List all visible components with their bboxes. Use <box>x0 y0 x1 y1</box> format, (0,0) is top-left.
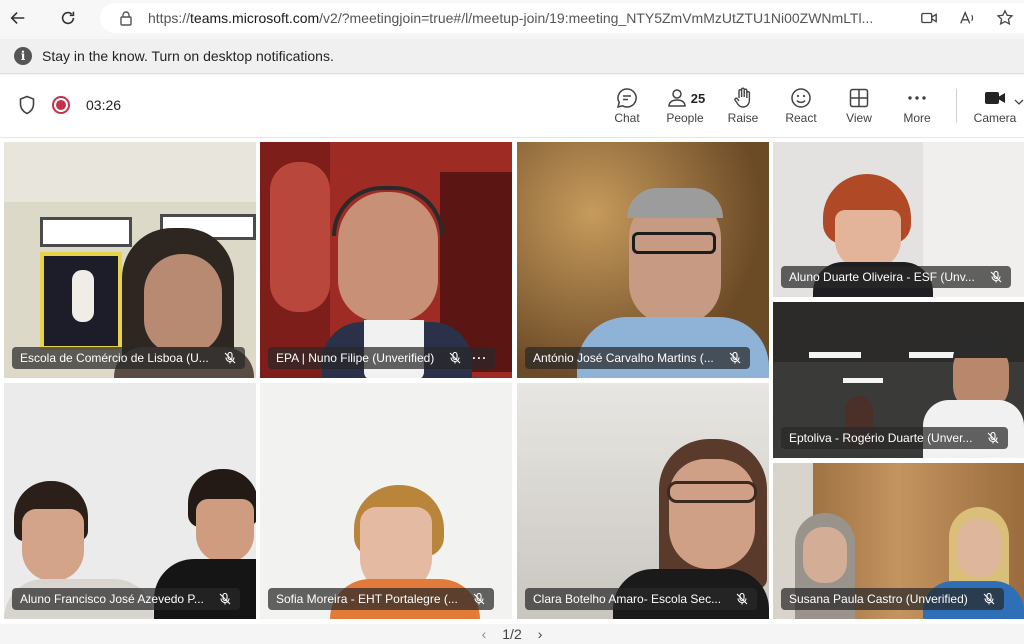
react-label: React <box>785 111 817 125</box>
previous-page-icon[interactable]: ‹ <box>482 626 487 642</box>
video-camera-icon[interactable] <box>920 9 938 27</box>
participant-name: Aluno Duarte Oliveira - ESF (Unv... <box>789 270 975 284</box>
participant-name: Eptoliva - Rogério Duarte (Unver... <box>789 431 973 445</box>
people-label: People <box>666 111 704 125</box>
participant-name: Sofia Moreira - EHT Portalegre (... <box>276 592 458 606</box>
next-page-icon[interactable]: › <box>538 626 543 642</box>
grid-view-icon <box>849 88 869 108</box>
camera-icon <box>985 92 1005 104</box>
more-label: More <box>903 111 931 125</box>
chat-button[interactable]: Chat <box>598 81 656 133</box>
participant-tile[interactable]: Sofia Moreira - EHT Portalegre (... <box>260 383 512 619</box>
react-button[interactable]: React <box>772 81 830 133</box>
participant-name-tag: Aluno Duarte Oliveira - ESF (Unv... <box>781 266 1011 288</box>
video-grid: Escola de Comércio de Lisboa (U... EPA |… <box>0 138 1024 624</box>
participant-name: EPA | Nuno Filipe (Unverified) <box>276 351 435 365</box>
participant-name: Escola de Comércio de Lisboa (U... <box>20 351 209 365</box>
address-bar-actions <box>906 3 1024 33</box>
participant-name-tag: António José Carvalho Martins (... <box>525 347 750 369</box>
back-arrow-icon <box>10 12 25 24</box>
favorite-star-icon[interactable] <box>996 9 1014 27</box>
meeting-toolbar: Chat 25 People Raise React View More Cam… <box>598 81 1023 133</box>
refresh-button[interactable] <box>50 0 86 36</box>
raise-label: Raise <box>727 111 759 125</box>
raise-hand-button[interactable]: Raise <box>714 81 772 133</box>
view-button[interactable]: View <box>830 81 888 133</box>
participant-tile[interactable]: EPA | Nuno Filipe (Unverified) ··· <box>260 142 512 378</box>
participant-tile[interactable]: Clara Botelho Amaro- Escola Sec... <box>517 383 769 619</box>
info-icon: i <box>14 47 32 65</box>
participant-name-tag: Susana Paula Castro (Unverified) <box>781 588 1004 610</box>
view-label: View <box>846 111 872 125</box>
chevron-down-icon[interactable] <box>1014 97 1024 107</box>
lock-icon <box>120 11 132 26</box>
meeting-timer: 03:26 <box>86 97 122 113</box>
participant-name-tag: EPA | Nuno Filipe (Unverified) ··· <box>268 347 496 369</box>
more-button[interactable]: More <box>888 81 946 133</box>
url-prefix: https:// <box>148 10 191 26</box>
page-indicator: 1/2 <box>502 626 522 642</box>
participant-name-tag: Escola de Comércio de Lisboa (U... <box>12 347 245 369</box>
shield-icon[interactable] <box>18 95 36 115</box>
participant-name: Susana Paula Castro (Unverified) <box>789 592 968 606</box>
participant-name-tag: Sofia Moreira - EHT Portalegre (... <box>268 588 494 610</box>
participant-tile[interactable]: Escola de Comércio de Lisboa (U... <box>4 142 256 378</box>
more-dots-icon <box>908 96 926 100</box>
meeting-header: 03:26 Chat 25 People Raise React View Mo… <box>0 75 1024 138</box>
mic-off-icon <box>473 592 485 605</box>
people-button[interactable]: 25 People <box>656 81 714 133</box>
people-count: 25 <box>690 90 706 106</box>
notification-banner: i Stay in the know. Turn on desktop noti… <box>0 39 1024 74</box>
toolbar-divider <box>956 89 957 123</box>
participant-name-tag: Clara Botelho Amaro- Escola Sec... <box>525 588 758 610</box>
people-icon <box>668 89 686 107</box>
gallery-pager: ‹ 1/2 › <box>0 624 1024 644</box>
mic-off-icon <box>729 351 741 364</box>
url-host: teams.microsoft.com <box>190 10 320 26</box>
mic-off-icon <box>449 351 461 364</box>
participant-name-tag: Eptoliva - Rogério Duarte (Unver... <box>781 427 1009 449</box>
mic-off-icon <box>983 592 995 605</box>
chat-label: Chat <box>614 111 640 125</box>
mic-off-icon <box>219 592 231 605</box>
mic-off-icon <box>224 351 236 364</box>
mic-off-icon <box>736 592 748 605</box>
refresh-icon <box>61 11 75 25</box>
chat-icon <box>616 88 637 109</box>
mic-off-icon <box>990 270 1002 283</box>
url-path: /v2/?meetingjoin=true#/l/meetup-join/19:… <box>319 10 874 26</box>
notification-text[interactable]: Stay in the know. Turn on desktop notifi… <box>42 48 334 64</box>
participant-name: Clara Botelho Amaro- Escola Sec... <box>533 592 722 606</box>
read-aloud-icon[interactable] <box>958 9 976 27</box>
participant-name-tag: Aluno Francisco José Azevedo P... <box>12 588 240 610</box>
raise-hand-icon <box>734 87 751 108</box>
recording-icon <box>52 96 70 114</box>
participant-tile[interactable]: Eptoliva - Rogério Duarte (Unver... <box>773 302 1024 458</box>
participant-name: António José Carvalho Martins (... <box>533 351 714 365</box>
participant-tile[interactable]: António José Carvalho Martins (... <box>517 142 769 378</box>
address-bar[interactable]: https://teams.microsoft.com/v2/?meetingj… <box>100 3 1024 33</box>
participant-name: Aluno Francisco José Azevedo P... <box>20 592 204 606</box>
mic-off-icon <box>988 431 999 444</box>
camera-button[interactable]: Camera <box>967 81 1023 133</box>
participant-tile[interactable]: Aluno Francisco José Azevedo P... <box>4 383 256 619</box>
emoji-icon <box>791 88 811 108</box>
participant-tile[interactable]: Aluno Duarte Oliveira - ESF (Unv... <box>773 142 1024 297</box>
browser-toolbar: https://teams.microsoft.com/v2/?meetingj… <box>0 0 1024 36</box>
tile-more-options-icon[interactable]: ··· <box>472 347 487 369</box>
participant-tile[interactable]: Susana Paula Castro (Unverified) <box>773 463 1024 619</box>
back-button[interactable] <box>0 0 36 36</box>
camera-label: Camera <box>973 111 1017 125</box>
